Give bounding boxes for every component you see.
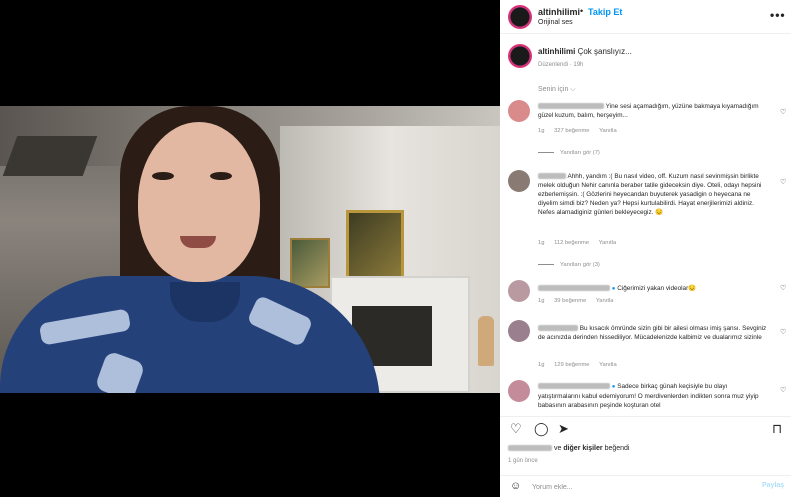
post-panel: altinhilimi • Takip Et Orijinal ses ••• … <box>500 0 791 497</box>
comment-body: kullanici5 ● Sadece birkaç günah keçisiy… <box>538 382 768 410</box>
comment-meta: 1g 112 beğenme Yanıtla <box>538 240 624 246</box>
commenter-username[interactable]: kullanici5 <box>538 383 610 390</box>
commenter-username[interactable]: kullanici1 <box>538 103 604 110</box>
liker-username[interactable] <box>508 445 552 452</box>
comment-reply-button[interactable]: Yanıtla <box>596 298 614 304</box>
commenter-username[interactable]: kullanici3 <box>538 285 610 292</box>
follow-button[interactable]: Takip Et <box>588 7 622 17</box>
comment-reply-button[interactable]: Yanıtla <box>599 362 617 368</box>
comment-input[interactable] <box>532 480 752 494</box>
comment-time: 1g <box>538 128 545 134</box>
comment-body: kullanici2 Ahhh, yandım :( Bu nasıl vide… <box>538 172 768 217</box>
comments-list[interactable]: kullanici1 Yine sesi açamadığım, yüzüne … <box>500 98 791 416</box>
likes-summary[interactable]: ve diğer kişiler beğendi <box>508 445 629 452</box>
comment-likes[interactable]: 39 beğenme <box>554 298 586 304</box>
share-send-icon[interactable]: ➤ <box>558 421 569 437</box>
video-frame-lamp <box>478 316 494 366</box>
author-username[interactable]: altinhilimi <box>538 7 580 17</box>
comment-reply-button[interactable]: Yanıtla <box>599 240 617 246</box>
comment-time: 1g <box>538 298 545 304</box>
commenter-avatar[interactable] <box>508 380 530 402</box>
comment-text: Ciğerimizi yakan videolar😔 <box>617 285 697 292</box>
video-frame-person-face <box>138 122 260 282</box>
video-frame-picture <box>290 238 330 288</box>
video-frame-skylight <box>2 136 98 176</box>
post-header: altinhilimi • Takip Et Orijinal ses ••• <box>500 0 791 34</box>
view-replies-button[interactable]: Yanıtları gör (3) <box>538 262 600 268</box>
comment-likes[interactable]: 112 beğenme <box>554 240 589 246</box>
video-frame-eye <box>152 172 174 180</box>
view-replies-button[interactable]: Yanıtları gör (7) <box>538 150 600 156</box>
video-frame-eye <box>210 172 232 180</box>
comment-meta: 1g 39 beğenme Yanıtla <box>538 298 621 304</box>
comment-time: 1g <box>538 240 545 246</box>
post-actions-bar: ♡ ◯ ➤ ⊓ <box>500 416 791 440</box>
comment-like-icon[interactable]: ♡ <box>780 178 786 186</box>
commenter-avatar[interactable] <box>508 170 530 192</box>
commenter-avatar[interactable] <box>508 100 530 122</box>
video-frame-painting <box>346 210 404 280</box>
media-pane: 🔈 <box>0 0 500 497</box>
comment-meta: 1g 129 beğenme Yanıtla <box>538 362 625 368</box>
more-options-icon[interactable]: ••• <box>770 8 786 22</box>
comment-like-icon[interactable]: ♡ <box>780 108 786 116</box>
comment-time: 1g <box>538 362 545 368</box>
comment-text: Ahhh, yandım :( Bu nasıl video, off. Kuz… <box>538 173 762 216</box>
like-heart-icon[interactable]: ♡ <box>510 421 522 437</box>
commenter-avatar[interactable] <box>508 280 530 302</box>
comment-body: kullanici3 ● Ciğerimizi yakan videolar😔 <box>538 284 768 294</box>
comment-like-icon[interactable]: ♡ <box>780 386 786 394</box>
comment-meta: 1g 327 beğenme Yanıtla <box>538 128 625 134</box>
caption-avatar[interactable] <box>508 44 532 68</box>
author-avatar[interactable] <box>508 5 532 29</box>
comment-reply-button[interactable]: Yanıtla <box>599 128 617 134</box>
caption-meta: Düzenlendi · 19h <box>538 62 584 68</box>
add-comment-bar: ☺ Paylaş <box>500 475 791 497</box>
comment-like-icon[interactable]: ♡ <box>780 284 786 292</box>
comment-likes[interactable]: 327 beğenme <box>554 128 589 134</box>
likes-others-link[interactable]: diğer kişiler <box>563 445 602 452</box>
video-player[interactable]: 🔈 <box>0 106 500 393</box>
caption-username[interactable]: altinhilimi <box>538 47 575 56</box>
commenter-username[interactable]: kullanici2 <box>538 173 566 180</box>
comment-bubble-icon[interactable]: ◯ <box>534 421 549 437</box>
verified-badge-icon: ● <box>611 286 616 292</box>
emoji-icon[interactable]: ☺ <box>510 480 521 492</box>
bookmark-icon[interactable]: ⊓ <box>772 421 782 437</box>
comment-likes[interactable]: 129 beğenme <box>554 362 589 368</box>
commenter-avatar[interactable] <box>508 320 530 342</box>
verified-badge-icon: ● <box>611 384 616 390</box>
post-timestamp[interactable]: 1 gün önce <box>508 458 538 464</box>
comment-body: kullanici1 Yine sesi açamadığım, yüzüne … <box>538 102 768 120</box>
commenter-username[interactable]: kullanici4 <box>538 325 578 332</box>
likes-middle: ve <box>553 445 562 452</box>
caption: altinhilimi Çok şanslıyız... <box>538 47 632 56</box>
likes-suffix: beğendi <box>604 445 630 452</box>
caption-text: Çok şanslıyız... <box>577 47 632 56</box>
comment-like-icon[interactable]: ♡ <box>780 328 786 336</box>
post-comment-button[interactable]: Paylaş <box>762 482 784 489</box>
comment-sort-dropdown[interactable]: Senin için ⌵ <box>538 86 576 94</box>
separator-dot: • <box>580 6 584 16</box>
audio-label[interactable]: Orijinal ses <box>538 19 573 26</box>
comment-body: kullanici4 Bu kısacık ömründe sizin gibi… <box>538 324 768 342</box>
